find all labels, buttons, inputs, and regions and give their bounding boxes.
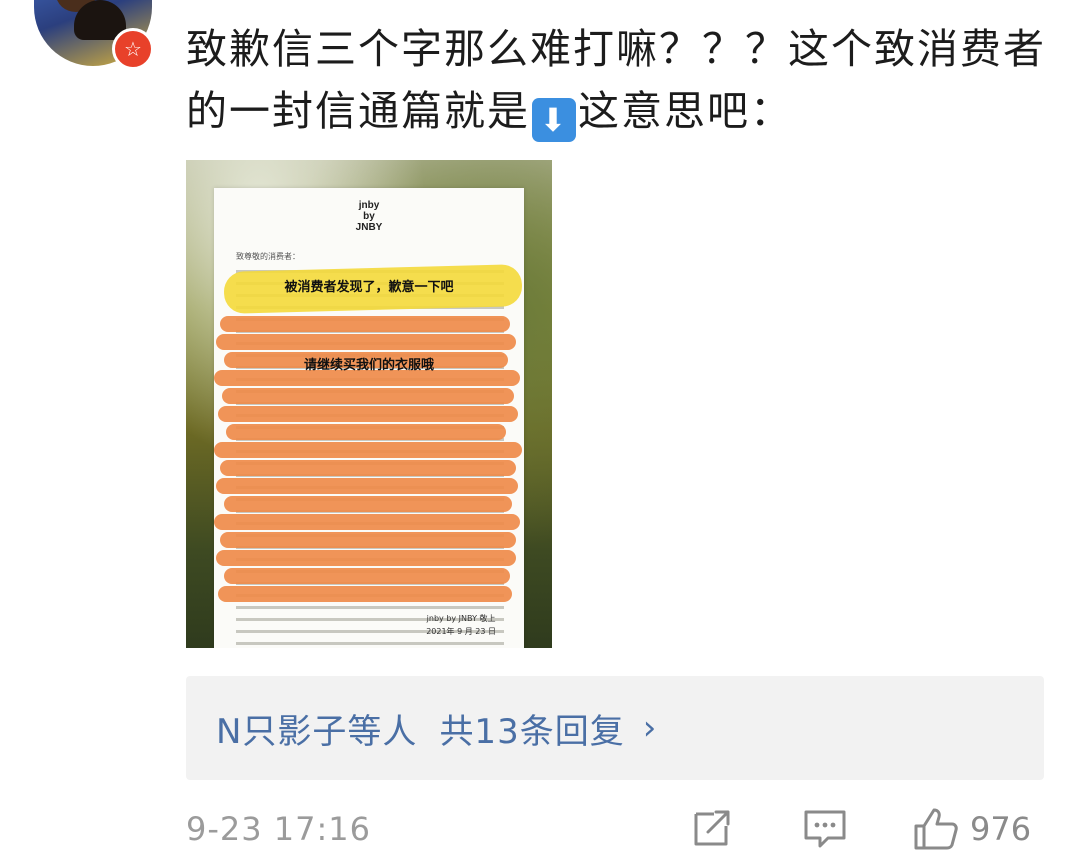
reply-count: 共13条回复 xyxy=(439,711,625,752)
brand-line-2: by xyxy=(363,211,375,222)
verified-badge-icon: ☆ xyxy=(112,28,154,70)
letter-signature: jnby by JNBY 敬上 2021年 9 月 23 日 xyxy=(426,612,496,638)
letter-date: 2021年 9 月 23 日 xyxy=(426,627,496,636)
share-icon xyxy=(694,810,730,846)
reply-users: N只影子等人 xyxy=(216,711,418,752)
chevron-right-icon: › xyxy=(642,708,658,748)
letter-brand-logo: jnby by JNBY xyxy=(214,200,524,233)
share-button[interactable] xyxy=(690,806,734,850)
letter-paper: jnby by JNBY 致尊敬的消费者： 被消费者发现了，歉意一下吧 请继续买… xyxy=(214,188,524,648)
replies-summary[interactable]: N只影子等人 共13条回复 › xyxy=(186,676,1044,780)
comment-text: 致歉信三个字那么难打嘛？？？这个致消费者的一封信通篇就是 ⬇ 这意思吧： xyxy=(186,18,1056,142)
comment-button[interactable] xyxy=(802,806,848,850)
comment-text-part2: 这意思吧： xyxy=(578,87,793,135)
brand-line-1: jnby xyxy=(358,200,380,211)
annotation-mid: 请继续买我们的衣服哦 xyxy=(303,358,434,373)
letter-signer: jnby by JNBY 敬上 xyxy=(426,614,496,623)
comment-icon xyxy=(804,810,846,848)
like-count: 976 xyxy=(970,810,1032,848)
down-arrow-emoji-icon: ⬇ xyxy=(532,98,576,142)
brand-line-3: JNBY xyxy=(355,222,383,233)
annotation-top: 被消费者发现了，歉意一下吧 xyxy=(284,280,454,295)
comment-image[interactable]: jnby by JNBY 致尊敬的消费者： 被消费者发现了，歉意一下吧 请继续买… xyxy=(186,160,552,648)
thumbs-up-icon xyxy=(914,808,958,850)
comment-timestamp: 9-23 17:16 xyxy=(186,810,372,848)
letter-salutation: 致尊敬的消费者： xyxy=(236,252,300,261)
like-button[interactable]: 976 xyxy=(912,806,1031,852)
